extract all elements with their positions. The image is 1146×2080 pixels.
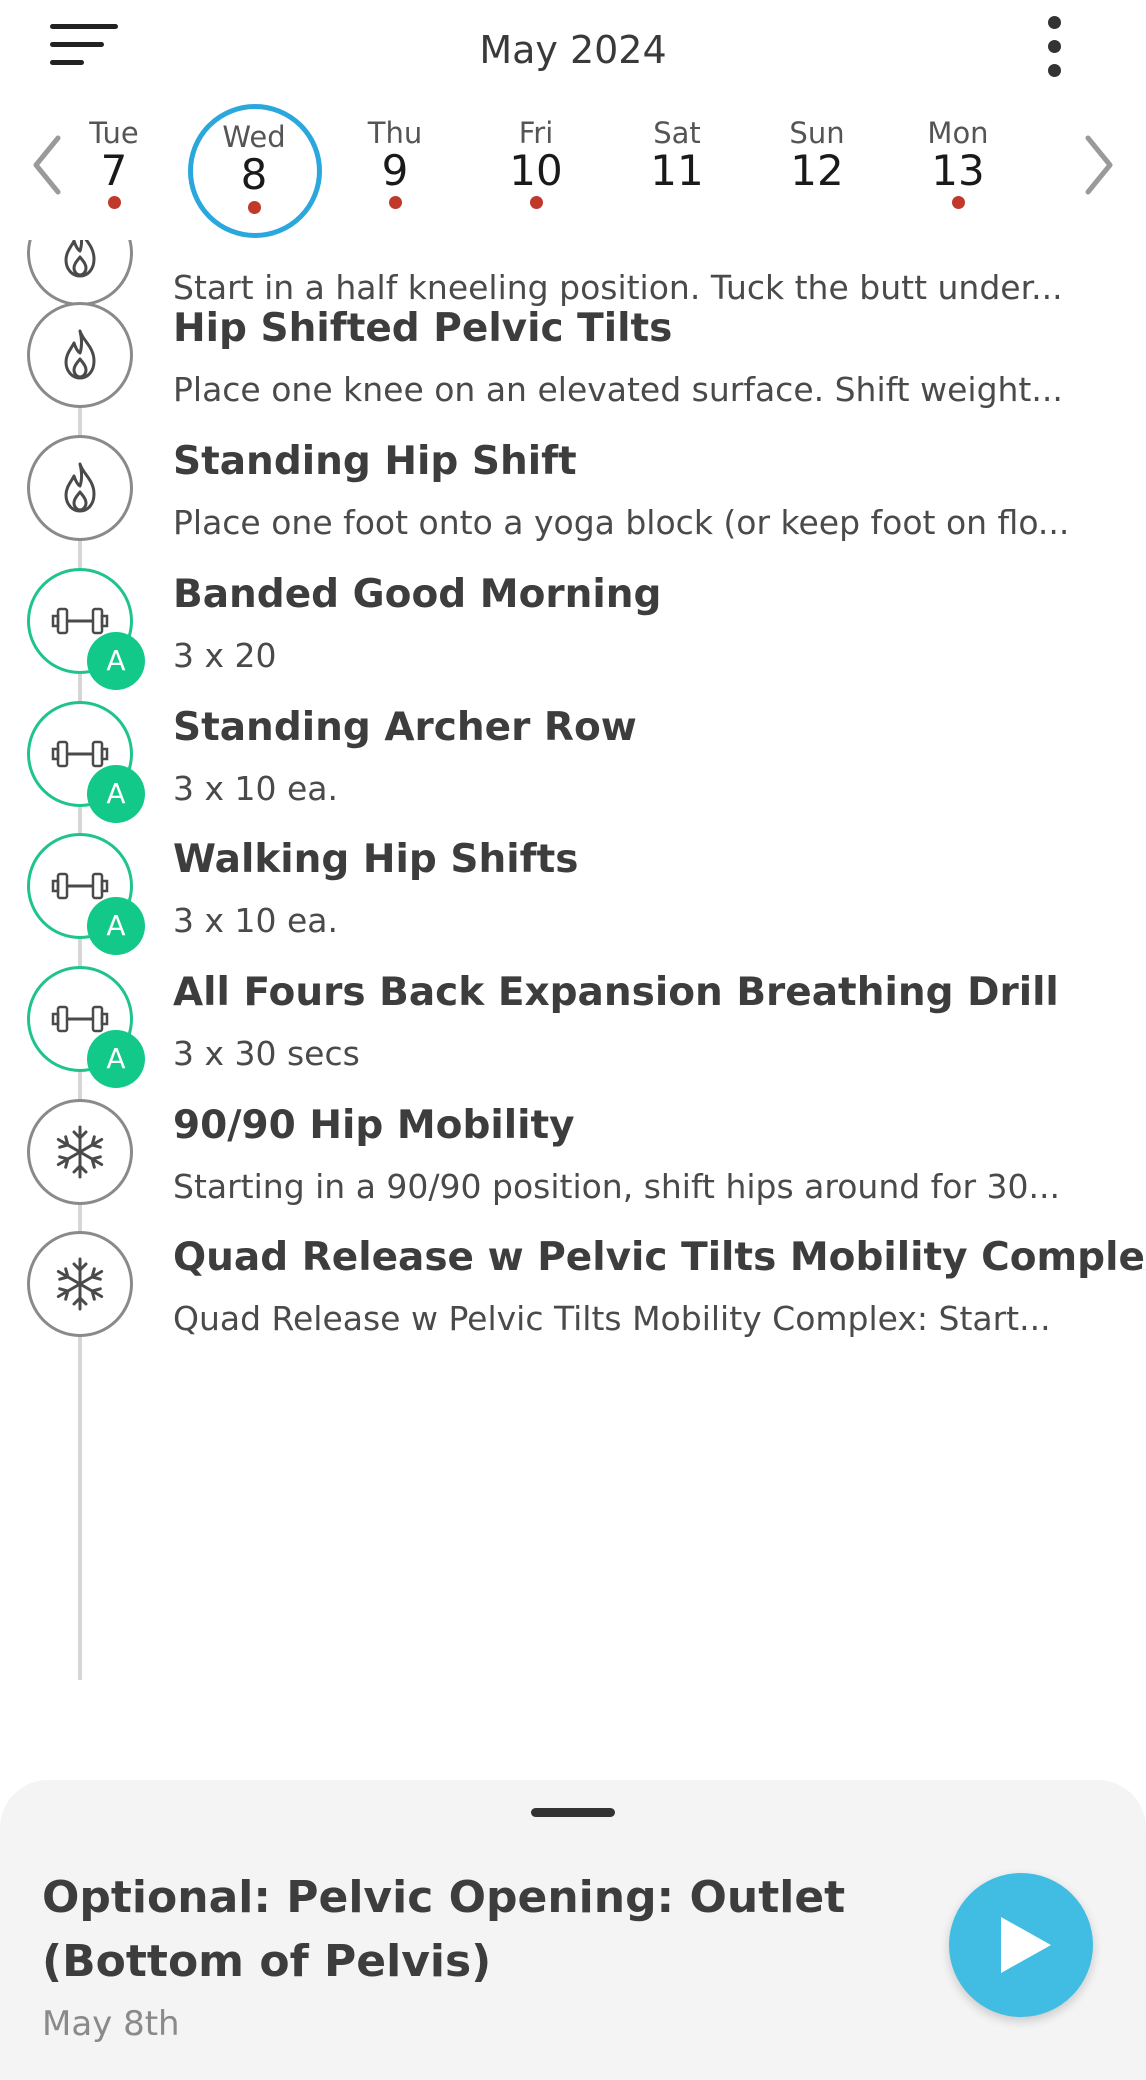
exercise-item[interactable]: A Walking Hip Shifts 3 x 10 ea.	[0, 833, 1146, 983]
play-button[interactable]	[949, 1873, 1093, 2017]
play-icon	[1001, 1917, 1051, 1973]
flame-icon	[27, 302, 133, 408]
flame-icon	[27, 435, 133, 541]
day-of-week-label: Sat	[653, 116, 701, 150]
exercise-description: Quad Release w Pelvic Tilts Mobility Com…	[173, 1299, 1051, 1338]
exercise-item[interactable]: A Banded Good Morning 3 x 20	[0, 568, 1146, 718]
workout-indicator-dot	[389, 196, 402, 209]
exercise-title: All Fours Back Expansion Breathing Drill	[173, 970, 1059, 1015]
exercise-title: Quad Release w Pelvic Tilts Mobility Com…	[173, 1235, 1146, 1280]
week-strip: Tue 7 Wed 8 Thu 9 Fri 10 Sat 11 Sun 12 Mon 13	[0, 100, 1146, 240]
accessory-badge: A	[87, 765, 145, 823]
accessory-badge: A	[87, 632, 145, 690]
bottom-sheet: Optional: Pelvic Opening: Outlet (Bottom…	[0, 1780, 1146, 2080]
exercise-description: 3 x 10 ea.	[173, 769, 338, 808]
day-of-week-label: Fri	[518, 116, 554, 150]
exercise-description: Place one foot onto a yoga block (or kee…	[173, 503, 1070, 542]
workout-title: Optional: Pelvic Opening: Outlet (Bottom…	[42, 1872, 846, 1987]
month-title[interactable]: May 2024	[0, 28, 1146, 72]
exercise-description: 3 x 20	[173, 636, 277, 675]
workout-list: Start in a half kneeling position. Tuck …	[0, 240, 1146, 1780]
exercise-description: 3 x 30 secs	[173, 1034, 360, 1073]
exercise-title: 90/90 Hip Mobility	[173, 1103, 575, 1148]
workout-indicator-dot	[952, 196, 965, 209]
accessory-badge: A	[87, 1030, 145, 1088]
drag-handle[interactable]	[531, 1808, 615, 1817]
day-number: 7	[100, 146, 128, 195]
day-number: 9	[381, 146, 409, 195]
workout-indicator-dot	[248, 201, 261, 214]
day-of-week-label: Mon	[927, 116, 989, 150]
day-number: 10	[509, 146, 563, 195]
day-thu[interactable]: Thu 9	[335, 100, 455, 240]
snowflake-icon	[27, 1099, 133, 1205]
exercise-description: Place one knee on an elevated surface. S…	[173, 370, 1063, 409]
accessory-badge: A	[87, 897, 145, 955]
day-number: 13	[931, 146, 985, 195]
exercise-item[interactable]: Quad Release w Pelvic Tilts Mobility Com…	[0, 1231, 1146, 1381]
day-sun[interactable]: Sun 12	[757, 100, 877, 240]
day-sat[interactable]: Sat 11	[617, 100, 737, 240]
workout-indicator-dot	[530, 196, 543, 209]
day-fri[interactable]: Fri 10	[476, 100, 596, 240]
flame-icon	[27, 240, 133, 306]
day-wed[interactable]: Wed 8	[188, 100, 322, 240]
day-number: 8	[240, 150, 268, 199]
exercise-title: Banded Good Morning	[173, 572, 662, 617]
exercise-item[interactable]: A Standing Archer Row 3 x 10 ea.	[0, 701, 1146, 851]
day-of-week-label: Thu	[367, 116, 423, 150]
day-number: 12	[790, 146, 844, 195]
day-of-week-label: Tue	[89, 116, 139, 150]
day-mon[interactable]: Mon 13	[898, 100, 1018, 240]
more-options-icon[interactable]	[1040, 14, 1070, 80]
exercise-title: Walking Hip Shifts	[173, 837, 579, 882]
exercise-item[interactable]: Standing Hip Shift Place one foot onto a …	[0, 435, 1146, 585]
workout-indicator-dot	[108, 196, 121, 209]
exercise-description: 3 x 10 ea.	[173, 901, 338, 940]
exercise-title: Standing Hip Shift	[173, 439, 577, 484]
workout-date: May 8th	[42, 2004, 180, 2044]
snowflake-icon	[27, 1231, 133, 1337]
day-of-week-label: Wed	[222, 120, 286, 154]
chevron-right-icon[interactable]	[1078, 130, 1118, 200]
day-tue[interactable]: Tue 7	[54, 100, 174, 240]
exercise-title: Standing Archer Row	[173, 705, 637, 750]
exercise-item[interactable]: Hip Shifted Pelvic Tilts Place one knee o…	[0, 302, 1146, 452]
exercise-description: Starting in a 90/90 position, shift hips…	[173, 1167, 1061, 1206]
top-bar: May 2024	[0, 0, 1146, 100]
day-number: 11	[650, 146, 704, 195]
exercise-item[interactable]: 90/90 Hip Mobility Starting in a 90/90 po…	[0, 1099, 1146, 1249]
day-of-week-label: Sun	[789, 116, 845, 150]
exercise-title: Hip Shifted Pelvic Tilts	[173, 306, 673, 351]
exercise-item[interactable]: A All Fours Back Expansion Breathing Dril…	[0, 966, 1146, 1116]
